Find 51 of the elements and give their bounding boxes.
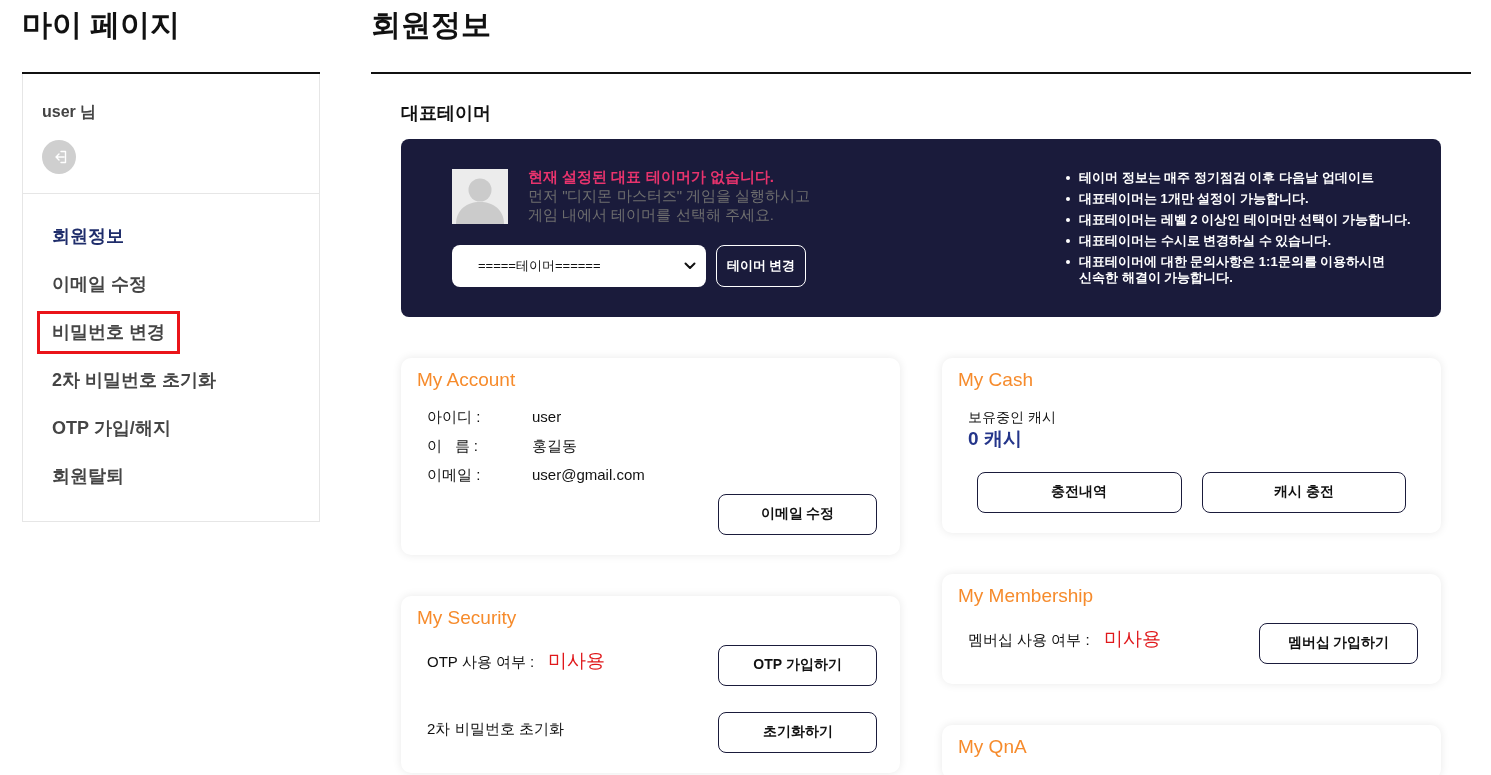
bullet-icon xyxy=(1066,197,1070,201)
bullet-icon xyxy=(1066,218,1070,222)
bullet-icon xyxy=(1066,176,1070,180)
status-value: 미사용 xyxy=(548,649,606,673)
chevron-down-icon xyxy=(684,262,696,271)
status-value: 미사용 xyxy=(1103,627,1161,651)
status-label: 2차 비밀번호 초기화 xyxy=(427,719,564,739)
sidebar-menu-item[interactable]: 2차 비밀번호 초기화 xyxy=(37,359,231,402)
page-title: 회원정보 xyxy=(371,7,492,43)
info-text: 테이머 정보는 매주 정기점검 이후 다음날 업데이트 xyxy=(1079,170,1374,186)
field-value: user@gmail.com xyxy=(532,464,646,485)
sidebar-menu-item[interactable]: 비밀번호 변경 xyxy=(37,311,180,354)
avatar-icon xyxy=(452,168,508,224)
user-greeting: user 님 xyxy=(42,102,97,122)
action-button[interactable]: OTP 가입하기 xyxy=(718,644,877,686)
bullet-icon xyxy=(1066,239,1070,243)
field-value: user xyxy=(532,406,563,427)
sidebar-menu-item[interactable]: OTP 가입/해지 xyxy=(37,407,186,450)
sidebar-title: 마이 페이지 xyxy=(22,7,182,43)
change-tamer-button[interactable]: 테이머 변경 xyxy=(716,245,806,288)
balance-amount: 0 캐시 xyxy=(968,426,1023,451)
card-title: My Cash xyxy=(958,368,1034,392)
action-button[interactable]: 초기화하기 xyxy=(718,711,877,753)
bullet-icon xyxy=(1066,260,1070,264)
logout-icon[interactable] xyxy=(42,140,76,174)
action-button[interactable]: 캐시 충전 xyxy=(1201,471,1406,513)
info-text: 대표테이머는 1개만 설정이 가능합니다. xyxy=(1079,191,1309,207)
sidebar-menu-item[interactable]: 이메일 수정 xyxy=(37,263,162,306)
notice-title: 현재 설정된 대표 테이머가 없습니다. xyxy=(528,167,775,187)
action-button[interactable]: 충전내역 xyxy=(977,471,1182,513)
info-text: 대표테이머에 대한 문의사항은 1:1문의를 이용하시면 신속한 해결이 가능합니다. xyxy=(1079,254,1387,286)
balance-label: 보유중인 캐시 xyxy=(968,407,1057,427)
status-label: 멤버십 사용 여부 : xyxy=(968,630,1090,650)
field-label: 이메일 : xyxy=(427,464,482,485)
tamer-select[interactable]: =====테이머====== xyxy=(452,245,706,288)
section-heading: 대표테이머 xyxy=(401,102,492,125)
field-label: 이 름 : xyxy=(427,435,479,456)
notice-text: 먼저 "디지몬 마스터즈" 게임을 실행하시고 게임 내에서 테이머를 선택해 주세요. xyxy=(528,186,811,225)
action-button[interactable]: 이메일 수정 xyxy=(718,493,877,535)
info-text: 대표테이머는 수시로 변경하실 수 있습니다. xyxy=(1079,233,1332,249)
status-label: OTP 사용 여부 : xyxy=(427,652,535,672)
card-title: My Account xyxy=(417,368,517,392)
field-value: 홍길동 xyxy=(532,435,578,456)
field-label: 아이디 : xyxy=(427,406,482,427)
action-button[interactable]: 멤버십 가입하기 xyxy=(1259,622,1418,664)
info-text: 대표테이머는 레벨 2 이상인 테이머만 선택이 가능합니다. xyxy=(1079,212,1411,228)
card-title: My Membership xyxy=(958,583,1095,608)
sidebar-menu-item[interactable]: 회원탈퇴 xyxy=(37,455,139,498)
card-title: My Security xyxy=(417,605,518,630)
card-title: My QnA xyxy=(958,734,1028,759)
sidebar-menu-item[interactable]: 회원정보 xyxy=(37,215,139,258)
